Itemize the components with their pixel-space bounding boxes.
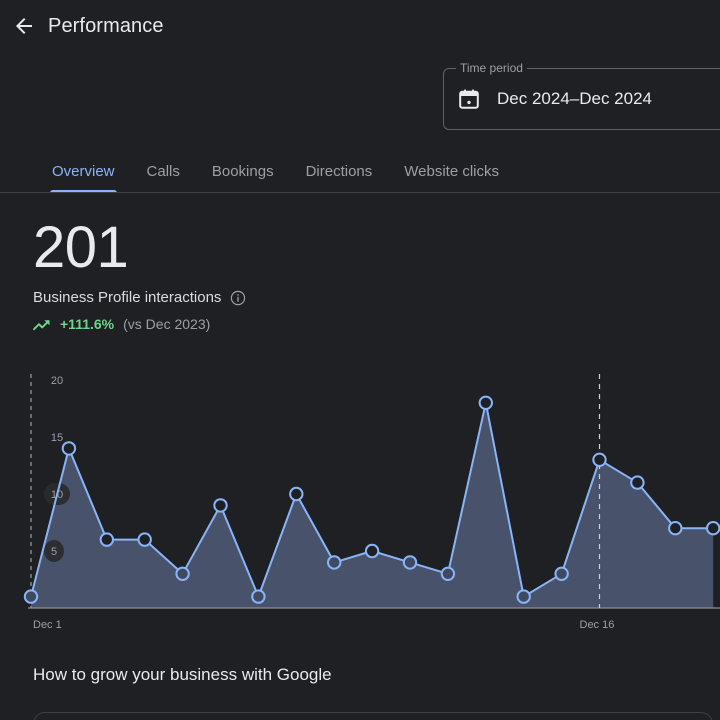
chart-data-point[interactable] <box>516 589 531 604</box>
arrow-back-icon <box>12 14 36 38</box>
chart-x-axis-labels: Dec 1 Dec 16 <box>33 619 614 630</box>
chart-data-point[interactable] <box>592 452 607 468</box>
tab-overview-label: Overview <box>52 163 115 180</box>
chart-x-tick-label: Dec 1 <box>33 619 62 630</box>
tab-website-clicks-label: Website clicks <box>404 163 500 180</box>
chart-data-point[interactable] <box>251 589 266 604</box>
metric-comparison-label: (vs Dec 2023) <box>123 316 211 332</box>
chart-data-point[interactable] <box>327 555 342 570</box>
time-period-content: Dec 2024–Dec 2024 <box>443 68 652 130</box>
chart-data-point[interactable] <box>402 555 418 570</box>
chart-data-point[interactable] <box>630 475 645 490</box>
metric-delta-row: +111.6% (vs Dec 2023) <box>33 316 246 332</box>
interactions-chart[interactable]: 5 10 15 20 Dec 1 Dec 16 <box>0 360 720 630</box>
metric-label: Business Profile interactions <box>33 289 222 306</box>
trending-up-icon <box>33 316 51 332</box>
chart-data-point[interactable] <box>364 543 380 559</box>
chart-data-point[interactable] <box>23 589 39 604</box>
metric-value: 201 <box>33 215 129 280</box>
info-icon[interactable] <box>230 290 246 306</box>
tab-bookings-label: Bookings <box>211 163 274 180</box>
tab-calls-label: Calls <box>146 163 180 180</box>
tab-calls[interactable]: Calls <box>131 150 196 193</box>
chart-data-point[interactable] <box>213 498 228 513</box>
chart-data-point[interactable] <box>478 395 493 410</box>
metric-delta-percent: +111.6% <box>60 316 115 332</box>
grow-business-card[interactable] <box>33 712 713 720</box>
tab-bar: Overview Calls Bookings Directions Websi… <box>0 150 720 193</box>
chart-data-point[interactable] <box>289 486 304 502</box>
tab-overview[interactable]: Overview <box>36 150 131 193</box>
back-button[interactable] <box>0 2 48 50</box>
svg-text:20: 20 <box>51 375 63 387</box>
chart-data-point[interactable] <box>175 566 190 582</box>
app-bar: Performance <box>0 0 720 52</box>
chart-data-point[interactable] <box>137 532 152 547</box>
tab-bookings[interactable]: Bookings <box>196 150 290 193</box>
chart-data-point[interactable] <box>554 566 569 582</box>
chart-data-point[interactable] <box>61 441 77 456</box>
grow-business-section-title: How to grow your business with Google <box>33 665 332 684</box>
svg-text:15: 15 <box>51 432 63 444</box>
svg-text:5: 5 <box>51 546 57 558</box>
chart-data-point[interactable] <box>668 521 683 536</box>
tab-website-clicks[interactable]: Website clicks <box>388 150 515 193</box>
tab-bar-divider <box>0 192 720 193</box>
tab-directions[interactable]: Directions <box>290 150 389 193</box>
metric-block: 201 Business Profile interactions +111.6… <box>33 216 246 332</box>
chart-x-tick-label: Dec 16 <box>580 619 615 630</box>
chart-data-point[interactable] <box>440 566 456 582</box>
chart-data-point[interactable] <box>706 521 720 536</box>
time-period-selector[interactable]: Time period Dec 2024–Dec 2024 <box>443 60 720 130</box>
time-period-value: Dec 2024–Dec 2024 <box>497 89 653 108</box>
calendar-icon <box>457 87 481 111</box>
metric-label-row: Business Profile interactions <box>33 289 246 306</box>
tab-directions-label: Directions <box>305 163 373 180</box>
page-title: Performance <box>48 14 164 37</box>
chart-data-point[interactable] <box>99 532 115 547</box>
performance-screen: Performance Time period Dec 2024–Dec 202… <box>0 0 720 720</box>
chart-area-fill <box>31 402 714 608</box>
